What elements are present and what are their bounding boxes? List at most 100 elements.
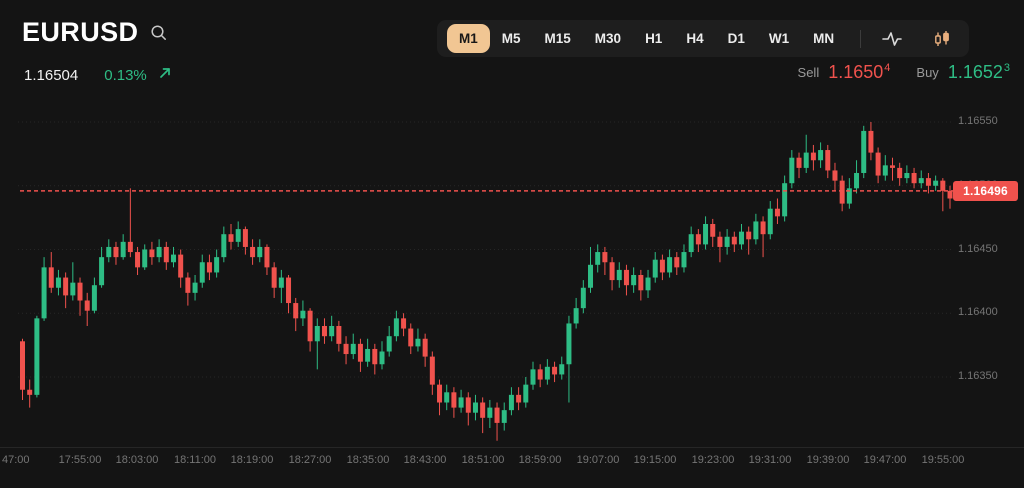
candle-body (739, 232, 744, 245)
candle-body (423, 339, 428, 357)
buy-button[interactable]: 1.16523 (948, 63, 1010, 81)
candle-body (559, 364, 564, 374)
timeframe-button-d1[interactable]: D1 (716, 24, 757, 54)
sell-button[interactable]: 1.16504 (828, 63, 890, 81)
current-price-value: 1.16496 (963, 184, 1008, 198)
candle-body (286, 278, 291, 304)
candle-body (876, 153, 881, 176)
candle-body (451, 392, 456, 407)
time-axis[interactable]: 47:0017:55:0018:03:0018:11:0018:19:0018:… (0, 447, 1024, 488)
candle-body (595, 252, 600, 265)
candle-body (631, 275, 636, 285)
timeframe-button-w1[interactable]: W1 (757, 24, 801, 54)
candle-body (545, 367, 550, 380)
time-axis-label: 47:00 (2, 454, 30, 466)
candle-body (70, 283, 75, 296)
candle-body (681, 252, 686, 267)
candle-body (193, 283, 198, 293)
candle-body (509, 395, 514, 410)
candle-body (466, 397, 471, 412)
candle-body (329, 326, 334, 336)
candle-body (20, 341, 25, 389)
candle-body (761, 221, 766, 234)
line-chart-icon (881, 30, 903, 48)
buy-price: 1.1652 (948, 62, 1003, 82)
candle-body (696, 234, 701, 244)
change-percent-value: 0.13% (104, 67, 147, 84)
candle-body (868, 131, 873, 153)
candle-body (530, 369, 535, 384)
candle-body (27, 390, 32, 395)
candle-body (840, 181, 845, 204)
candle-body (487, 408, 492, 418)
price-stats: 1.16504 0.13% (24, 66, 172, 84)
candle-body (365, 349, 370, 362)
candle-body (42, 267, 47, 318)
time-axis-label: 17:55:00 (59, 454, 102, 466)
candle-body (430, 357, 435, 385)
candle-body (473, 403, 478, 413)
time-axis-label: 19:31:00 (749, 454, 792, 466)
symbol-search-button[interactable] (148, 22, 170, 44)
candle-body (63, 278, 68, 296)
candle-body (725, 237, 730, 247)
candle-body (502, 410, 507, 423)
candle-body (308, 311, 313, 342)
symbol-title: EURUSD (22, 17, 138, 48)
candle-body (710, 224, 715, 237)
candle-body (948, 191, 953, 199)
candle-body (49, 267, 54, 287)
candle-body (336, 326, 341, 344)
candle-body (164, 247, 169, 262)
candlestick-chart-type-button[interactable] (933, 30, 951, 48)
candle-body (538, 369, 543, 379)
line-chart-type-button[interactable] (881, 30, 903, 48)
candle-body (660, 260, 665, 273)
change-percent: 0.13% (104, 66, 172, 84)
candle-body (264, 247, 269, 267)
timeframe-button-mn[interactable]: MN (801, 24, 846, 54)
candle-body (358, 344, 363, 362)
last-price: 1.16504 (24, 67, 78, 84)
candle-body (717, 237, 722, 247)
candle-body (394, 318, 399, 336)
candle-body (372, 349, 377, 364)
candle-body (653, 260, 658, 278)
candle-body (78, 283, 83, 301)
price-chart[interactable]: 1.165501.165001.164501.164001.16350 1.16… (0, 110, 1024, 447)
candle-body (408, 329, 413, 347)
candle-body (746, 232, 751, 240)
candle-body (56, 278, 61, 288)
candle-body (854, 173, 859, 188)
candle-body (380, 352, 385, 365)
candle-body (638, 275, 643, 290)
candle-body (200, 262, 205, 282)
candle-body (221, 234, 226, 257)
candle-body (135, 252, 140, 267)
time-axis-label: 19:23:00 (692, 454, 735, 466)
timeframe-button-m30[interactable]: M30 (583, 24, 633, 54)
candle-body (415, 339, 420, 347)
candle-body (149, 250, 154, 258)
candle-body (121, 242, 126, 257)
candle-body (459, 397, 464, 407)
buy-price-pip: 3 (1004, 62, 1010, 74)
timeframe-button-h4[interactable]: H4 (674, 24, 715, 54)
timeframe-button-m15[interactable]: M15 (533, 24, 583, 54)
candle-body (34, 318, 39, 395)
candle-body (178, 255, 183, 278)
time-axis-label: 19:47:00 (864, 454, 907, 466)
timeframe-button-m5[interactable]: M5 (490, 24, 533, 54)
candle-body (516, 395, 521, 403)
timeframe-button-h1[interactable]: H1 (633, 24, 674, 54)
candle-body (344, 344, 349, 354)
timeframe-button-m1[interactable]: M1 (447, 24, 490, 54)
candle-body (646, 278, 651, 291)
time-axis-label: 18:27:00 (289, 454, 332, 466)
candle-body (480, 403, 485, 418)
candle-body (552, 367, 557, 375)
candle-body (322, 326, 327, 336)
candle-body (768, 209, 773, 235)
trading-app: EURUSD 1.16504 0.13% M1M5M15M30H1H4D1W1M… (0, 0, 1024, 488)
candle-body (804, 153, 809, 168)
